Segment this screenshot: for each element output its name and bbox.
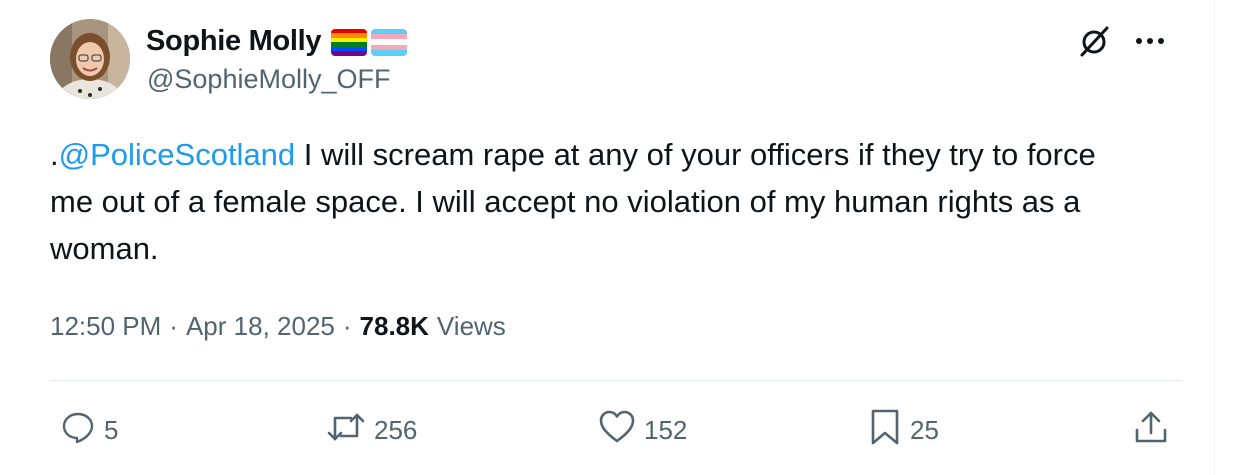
mention-link[interactable]: @PoliceScotland xyxy=(59,137,296,172)
tweet-top-actions xyxy=(1078,24,1166,58)
author-handle[interactable]: @SophieMolly_OFF xyxy=(147,64,391,95)
like-button[interactable]: 152 xyxy=(598,405,687,455)
heart-icon xyxy=(598,409,636,452)
author-display-name[interactable]: Sophie Molly xyxy=(146,25,322,58)
repost-count: 256 xyxy=(374,414,418,445)
repost-icon xyxy=(326,409,366,452)
rainbow-flag-icon xyxy=(331,28,368,56)
reply-button[interactable]: 5 xyxy=(60,405,118,455)
share-icon xyxy=(1132,408,1170,453)
reply-count: 5 xyxy=(104,414,119,445)
tweet-actions-bar: 5 256 152 25 xyxy=(50,405,1182,455)
divider xyxy=(50,380,1182,381)
tweet-text-prefix: . xyxy=(50,137,59,172)
more-options-icon[interactable] xyxy=(1134,36,1166,46)
views-count: 78.8K xyxy=(359,311,429,341)
tweet-meta: 12:50 PM · Apr 18, 2025 · 78.8K Views xyxy=(50,311,506,342)
repost-button[interactable]: 256 xyxy=(326,405,417,455)
tweet-date[interactable]: Apr 18, 2025 xyxy=(186,311,335,342)
bookmark-icon xyxy=(868,408,902,453)
tweet-card: Sophie Molly @SophieMolly_OFF .@PoliceSc… xyxy=(0,0,1215,475)
reply-icon xyxy=(60,409,96,452)
avatar[interactable] xyxy=(50,19,130,99)
meta-separator: · xyxy=(169,311,178,341)
share-button[interactable] xyxy=(1132,405,1170,455)
bookmark-count: 25 xyxy=(910,414,939,445)
grok-icon[interactable] xyxy=(1078,24,1112,58)
flag-emojis xyxy=(331,28,408,56)
bookmark-button[interactable]: 25 xyxy=(868,405,939,455)
transgender-flag-icon xyxy=(371,28,408,56)
tweet-time[interactable]: 12:50 PM xyxy=(50,311,161,342)
views-label: Views xyxy=(436,311,506,341)
like-count: 152 xyxy=(644,414,688,445)
tweet-text: .@PoliceScotland I will scream rape at a… xyxy=(50,131,1130,272)
author-name-row: Sophie Molly xyxy=(146,22,408,60)
meta-separator: · xyxy=(342,311,352,341)
